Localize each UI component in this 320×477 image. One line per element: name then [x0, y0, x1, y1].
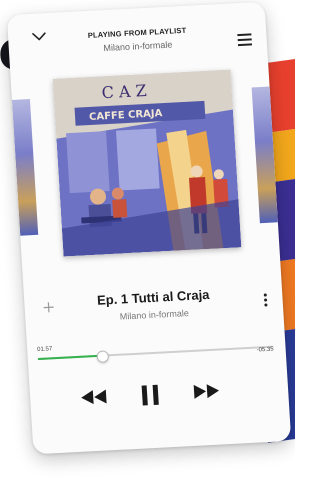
remaining-time: -05.35: [256, 346, 274, 354]
fast-forward-icon: [193, 384, 220, 399]
phone-mockup: PLAYING FROM PLAYLIST Milano in-formale: [6, 1, 292, 455]
rewind-button[interactable]: [78, 385, 111, 409]
progress-fill: [37, 354, 102, 360]
pause-icon: [141, 384, 159, 406]
promo-stage: e PLAYING FROM PLAYLIST Milano in-formal…: [0, 0, 295, 477]
elapsed-time: 01.57: [37, 346, 53, 354]
previous-artwork-peek[interactable]: [11, 99, 39, 236]
album-artwork: CAFFE CRAJA C A Z: [52, 69, 242, 257]
vertical-dots-icon[interactable]: [262, 292, 269, 308]
pause-button[interactable]: [137, 383, 162, 408]
player-screen: PLAYING FROM PLAYLIST Milano in-formale: [6, 1, 292, 455]
stripe-red: [268, 57, 295, 133]
fast-forward-button[interactable]: [189, 379, 222, 403]
progress-thumb[interactable]: [96, 350, 109, 363]
rewind-icon: [81, 389, 107, 405]
hamburger-menu-icon[interactable]: [236, 32, 253, 47]
artwork-top-letters: C A Z: [101, 81, 147, 102]
progress-bar[interactable]: [37, 345, 274, 363]
